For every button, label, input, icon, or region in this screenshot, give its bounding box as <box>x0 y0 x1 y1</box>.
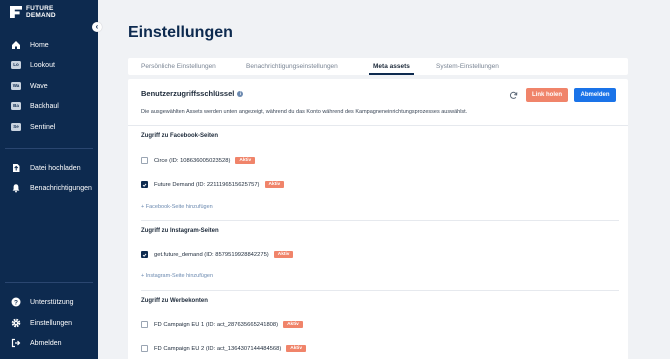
sidebar: FUTURE DEMAND Home Lo Lookout Wa Wave Ba… <box>0 0 98 359</box>
ad-account-row[interactable]: FD Campaign EU 1 (ID: act_28763566524180… <box>141 320 303 329</box>
divider <box>128 125 628 126</box>
bell-icon <box>11 183 21 193</box>
status-badge: Aktiv <box>286 345 307 352</box>
sidebar-item-label: Abmelden <box>30 339 62 347</box>
facebook-page-row[interactable]: Future Demand (ID: 221119651562575​7) Ak… <box>141 180 285 189</box>
logout-icon <box>11 338 21 348</box>
sidebar-item-label: Wave <box>30 82 48 90</box>
ad-account-label: FD Campaign EU 2 (ID: act_13643071444845… <box>154 345 282 352</box>
sidebar-item-backhaul[interactable]: Ba Backhaul <box>11 99 59 113</box>
sidebar-item-label: Benachrichtigungen <box>30 184 92 192</box>
sidebar-item-lookout[interactable]: Lo Lookout <box>11 58 55 72</box>
tab-notification-settings[interactable]: Benachrichtigungseinstellungen <box>246 58 338 75</box>
meta-assets-card: Benutzerzugriffsschlüssel i Link holen A… <box>128 79 628 359</box>
sidebar-item-label: Unterstützung <box>30 298 74 306</box>
sidebar-item-settings[interactable]: Einstellungen <box>11 316 72 330</box>
instagram-section-title: Zugriff zu Instagram-Seiten <box>141 228 219 234</box>
sidebar-item-label: Sentinel <box>30 123 56 131</box>
brand-line-1: FUTURE <box>26 5 54 12</box>
description-text: Die ausgewählten Assets werden unten ang… <box>141 109 468 115</box>
card-title-text: Benutzerzugriffsschlüssel <box>141 89 235 98</box>
refresh-icon <box>509 91 517 99</box>
ad-account-row[interactable]: FD Campaign EU 2 (ID: act_13643071444845… <box>141 344 307 353</box>
brand-logo[interactable]: FUTURE DEMAND <box>10 5 56 19</box>
brand-line-2: DEMAND <box>26 12 56 19</box>
help-icon: ? <box>11 297 21 307</box>
checkbox[interactable] <box>141 345 148 352</box>
logout-button[interactable]: Abmelden <box>574 88 616 102</box>
get-link-button[interactable]: Link holen <box>526 88 568 102</box>
ad-accounts-section-title: Zugriff zu Werbekonten <box>141 298 208 304</box>
backhaul-badge-text: Ba <box>11 102 21 110</box>
tab-meta-assets[interactable]: Meta assets <box>369 58 414 75</box>
sidebar-item-label: Home <box>30 41 49 49</box>
sidebar-item-sentinel[interactable]: Se Sentinel <box>11 120 55 134</box>
divider <box>141 290 619 291</box>
sidebar-item-label: Datei hochladen <box>30 164 81 172</box>
future-demand-logo-icon <box>10 6 22 18</box>
checkbox[interactable] <box>141 181 148 188</box>
instagram-page-label: get.future_demand (ID: 8579519928842275) <box>154 251 269 258</box>
sidebar-item-logout[interactable]: Abmelden <box>11 336 62 350</box>
status-badge: Aktiv <box>264 181 285 188</box>
sentinel-badge-icon: Se <box>11 122 21 132</box>
add-instagram-page-link[interactable]: + Instagram-Seite hinzufügen <box>141 273 213 279</box>
sidebar-collapse-button[interactable]: ‹ <box>92 22 102 32</box>
tab-personal-settings[interactable]: Persönliche Einstellungen <box>141 58 216 75</box>
checkbox[interactable] <box>141 321 148 328</box>
sidebar-item-label: Lookout <box>30 61 55 69</box>
facebook-page-label: Future Demand (ID: 221119651562575​7) <box>154 181 260 188</box>
sentinel-badge-text: Se <box>11 123 21 131</box>
status-badge: Aktiv <box>283 321 303 328</box>
sidebar-item-home[interactable]: Home <box>11 38 49 52</box>
status-badge: Aktiv <box>235 157 256 164</box>
checkmark-icon <box>142 253 147 257</box>
checkbox[interactable] <box>141 157 148 164</box>
backhaul-badge-icon: Ba <box>11 101 21 111</box>
sidebar-item-label: Backhaul <box>30 102 59 110</box>
wave-badge-icon: Wa <box>11 81 21 91</box>
wave-badge-text: Wa <box>11 82 21 90</box>
lookout-badge-text: Lo <box>11 61 21 69</box>
home-icon <box>11 40 21 50</box>
facebook-page-row[interactable]: Circe (ID: 108636005023528) Aktiv <box>141 156 256 165</box>
add-facebook-page-link[interactable]: + Facebook-Seite hinzufügen <box>141 204 213 210</box>
sidebar-item-support[interactable]: ? Unterstützung <box>11 295 74 309</box>
sidebar-item-upload[interactable]: Datei hochladen <box>11 161 81 175</box>
sidebar-divider <box>5 282 93 283</box>
status-badge: Aktiv <box>273 251 294 258</box>
ad-account-label: FD Campaign EU 1 (ID: act_28763566524180… <box>154 321 279 328</box>
sidebar-item-label: Einstellungen <box>30 319 73 327</box>
sidebar-item-notifications[interactable]: Benachrichtigungen <box>11 181 92 195</box>
page-title: Einstellungen <box>128 24 233 41</box>
info-icon[interactable]: i <box>237 90 244 97</box>
refresh-button[interactable] <box>506 88 520 102</box>
facebook-section-title: Zugriff zu Facebook-Seiten <box>141 133 219 139</box>
gear-icon <box>11 318 21 328</box>
lookout-badge-icon: Lo <box>11 60 21 70</box>
svg-text:?: ? <box>14 299 18 306</box>
checkbox[interactable] <box>141 251 148 258</box>
settings-tabs: Persönliche Einstellungen Benachrichtigu… <box>128 58 628 75</box>
facebook-page-label: Circe (ID: 108636005023528) <box>154 157 231 164</box>
instagram-page-row[interactable]: get.future_demand (ID: 8579519928842275)… <box>141 250 294 259</box>
upload-file-icon <box>11 163 21 173</box>
card-title: Benutzerzugriffsschlüssel i <box>141 89 244 98</box>
checkmark-icon <box>142 183 147 187</box>
sidebar-divider <box>5 148 93 149</box>
divider <box>141 220 619 221</box>
tab-system-settings[interactable]: System-Einstellungen <box>436 58 499 75</box>
sidebar-item-wave[interactable]: Wa Wave <box>11 79 48 93</box>
